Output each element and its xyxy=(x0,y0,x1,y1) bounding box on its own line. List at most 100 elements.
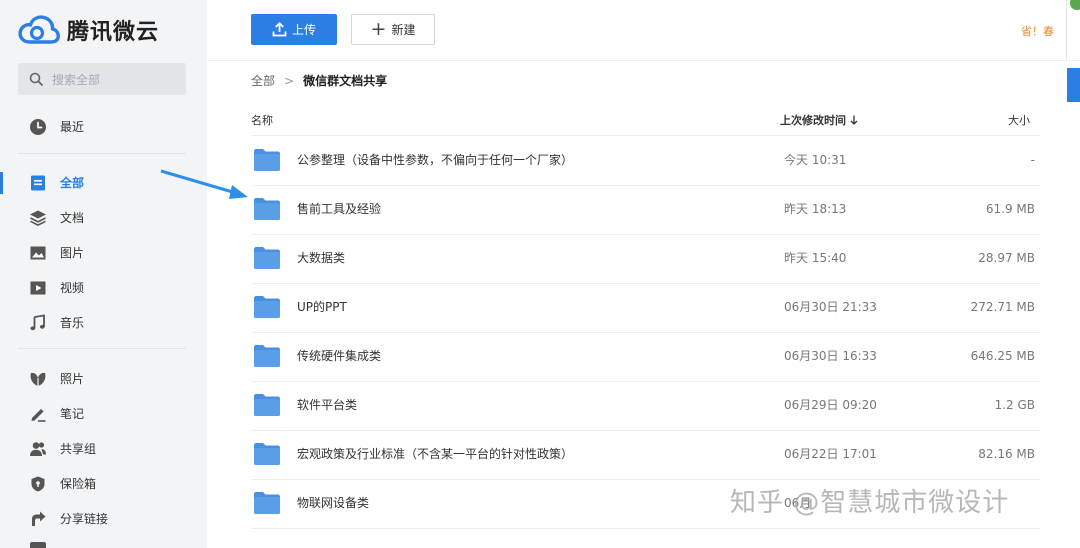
file-size: - xyxy=(1030,153,1035,167)
side-panel-edge[interactable] xyxy=(1066,0,1080,60)
sidebar-item-docs[interactable]: 文档 xyxy=(0,203,207,233)
cloud-logo-icon xyxy=(18,15,60,44)
table-row[interactable]: 传统硬件集成类 06月30日 16:33 646.25 MB xyxy=(251,332,1040,382)
new-label: 新建 xyxy=(391,23,416,37)
sidebar-item-label: 图片 xyxy=(60,246,85,260)
new-button[interactable]: + 新建 xyxy=(351,14,435,45)
breadcrumb-separator: > xyxy=(284,73,295,88)
table-row[interactable]: 公参整理（设备中性参数，不偏向于任何一个厂家） 今天 10:31 - xyxy=(251,136,1040,186)
status-dot-icon xyxy=(1070,0,1080,10)
app-name: 腾讯微云 xyxy=(67,20,160,45)
table-header: 名称 上次修改时间 大小 xyxy=(251,108,1040,136)
folder-icon xyxy=(254,492,280,514)
upload-icon xyxy=(272,22,287,37)
search-placeholder: 搜索全部 xyxy=(52,72,101,87)
folder-icon xyxy=(254,149,280,171)
sidebar-item-label: 全部 xyxy=(60,176,85,190)
column-time-header[interactable]: 上次修改时间 xyxy=(780,112,858,128)
folder-icon xyxy=(254,247,280,269)
breadcrumb: 全部 > 微信群文档共享 xyxy=(251,72,387,89)
file-size: 1.2 GB xyxy=(994,398,1035,412)
sidebar-more-icon xyxy=(30,542,46,548)
sidebar-item-photos[interactable]: 照片 xyxy=(0,364,207,394)
layers-icon xyxy=(30,210,46,226)
pen-icon xyxy=(31,409,46,422)
file-size: 646.25 MB xyxy=(970,349,1035,363)
file-name[interactable]: 物联网设备类 xyxy=(297,479,369,528)
file-size: 28.97 MB xyxy=(978,251,1035,265)
file-name[interactable]: 宏观政策及行业标准（不含某一平台的针对性政策） xyxy=(297,430,573,479)
sidebar-divider xyxy=(18,348,186,349)
table-row[interactable]: UP的PPT 06月30日 21:33 272.71 MB xyxy=(251,283,1040,333)
upload-button[interactable]: 上传 xyxy=(251,14,337,45)
toolbar: 上传 + 新建 省！春 xyxy=(207,0,1080,61)
sidebar-item-label: 文档 xyxy=(60,211,85,225)
file-modified-time: 昨天 18:13 xyxy=(784,202,847,216)
upload-label: 上传 xyxy=(291,23,316,37)
file-name[interactable]: 售前工具及经验 xyxy=(297,185,381,234)
file-name[interactable]: UP的PPT xyxy=(297,283,347,332)
file-size: 82.16 MB xyxy=(978,447,1035,461)
sidebar: 腾讯微云 搜索全部 最近 全部 文档 图片 视频 音乐 照片 笔记 共享组 保险… xyxy=(0,0,207,548)
sidebar-item-music[interactable]: 音乐 xyxy=(0,308,207,338)
file-modified-time: 06月30日 21:33 xyxy=(784,300,877,314)
sidebar-item-label: 笔记 xyxy=(60,407,85,421)
image-icon xyxy=(30,246,46,260)
annotation-arrow-icon xyxy=(160,169,248,199)
music-icon xyxy=(30,314,45,331)
sort-down-arrow-icon xyxy=(850,115,858,125)
watermark: 知乎 @智慧城市微设计 xyxy=(730,488,1010,518)
sidebar-item-label: 共享组 xyxy=(60,442,97,456)
table-row[interactable]: 大数据类 昨天 15:40 28.97 MB xyxy=(251,234,1040,284)
table-row[interactable]: 宏观政策及行业标准（不含某一平台的针对性政策） 06月22日 17:01 82.16… xyxy=(251,430,1040,480)
shield-icon xyxy=(31,476,45,492)
photo-leaf-icon xyxy=(30,372,46,386)
file-size: 61.9 MB xyxy=(985,202,1035,216)
sidebar-item-videos[interactable]: 视频 xyxy=(0,273,207,303)
column-time-label: 上次修改时间 xyxy=(780,114,846,127)
sidebar-item-shared-groups[interactable]: 共享组 xyxy=(0,434,207,464)
folder-icon xyxy=(254,443,280,465)
file-modified-time: 06月30日 16:33 xyxy=(784,349,877,363)
file-modified-time: 今天 10:31 xyxy=(784,153,847,167)
file-name[interactable]: 公参整理（设备中性参数，不偏向于任何一个厂家） xyxy=(297,136,573,185)
folder-icon xyxy=(254,394,280,416)
sidebar-item-label: 最近 xyxy=(60,120,85,134)
sidebar-item-label: 分享链接 xyxy=(60,512,109,526)
column-size-header[interactable]: 大小 xyxy=(1008,112,1030,128)
file-modified-time: 昨天 15:40 xyxy=(784,251,847,265)
side-panel-tab[interactable] xyxy=(1067,68,1080,102)
sidebar-item-label: 照片 xyxy=(60,372,85,386)
sidebar-item-label: 保险箱 xyxy=(60,477,97,491)
play-icon xyxy=(30,281,46,295)
document-icon xyxy=(31,175,45,191)
breadcrumb-current: 微信群文档共享 xyxy=(303,74,388,88)
folder-icon xyxy=(254,296,280,318)
sidebar-item-recent[interactable]: 最近 xyxy=(0,112,207,142)
sidebar-item-safe[interactable]: 保险箱 xyxy=(0,469,207,499)
plus-icon: + xyxy=(370,18,387,40)
sidebar-item-label: 音乐 xyxy=(60,316,85,330)
users-icon xyxy=(30,442,46,456)
clock-icon xyxy=(30,119,46,135)
table-row[interactable]: 软件平台类 06月29日 09:20 1.2 GB xyxy=(251,381,1040,431)
file-modified-time: 06月22日 17:01 xyxy=(784,447,877,461)
search-input[interactable]: 搜索全部 xyxy=(18,63,186,95)
share-icon xyxy=(32,511,46,526)
breadcrumb-root[interactable]: 全部 xyxy=(251,72,275,89)
file-modified-time: 06月29日 09:20 xyxy=(784,398,877,412)
file-name[interactable]: 软件平台类 xyxy=(297,381,357,430)
promo-text[interactable]: 省！春 xyxy=(1021,23,1054,39)
sidebar-item-label: 视频 xyxy=(60,281,85,295)
sidebar-item-images[interactable]: 图片 xyxy=(0,238,207,268)
app-logo[interactable]: 腾讯微云 xyxy=(18,12,159,48)
file-size: 272.71 MB xyxy=(970,300,1035,314)
sidebar-divider xyxy=(18,153,186,154)
sidebar-item-share-links[interactable]: 分享链接 xyxy=(0,504,207,534)
column-name-header[interactable]: 名称 xyxy=(251,112,273,128)
folder-icon xyxy=(254,198,280,220)
sidebar-item-notes[interactable]: 笔记 xyxy=(0,399,207,429)
table-row[interactable]: 售前工具及经验 昨天 18:13 61.9 MB xyxy=(251,185,1040,235)
file-name[interactable]: 传统硬件集成类 xyxy=(297,332,381,381)
file-name[interactable]: 大数据类 xyxy=(297,234,345,283)
